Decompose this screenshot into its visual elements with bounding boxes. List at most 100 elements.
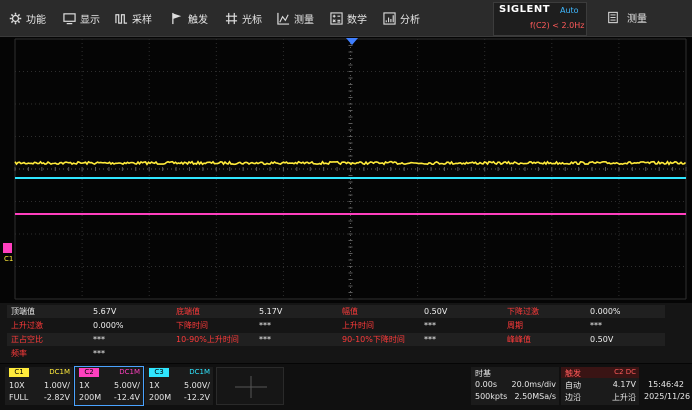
channel-1-bandwidth: FULL — [9, 393, 29, 402]
menu-acquire-label: 采样 — [132, 14, 152, 26]
measure-value: 5.17V — [259, 307, 283, 316]
menu-math-label: 数学 — [347, 14, 367, 26]
menu-function-label: 功能 — [26, 14, 46, 26]
measure-value: *** — [424, 335, 436, 344]
menu-trigger-label: 触发 — [188, 14, 208, 26]
menu-cursor[interactable]: 光标 — [224, 0, 262, 36]
trigger-type: 边沿 — [565, 393, 581, 402]
trigger-mode: 自动 — [565, 381, 581, 390]
channel-1-tag: C1 — [9, 368, 29, 377]
acquisition-mode: Auto — [560, 6, 579, 15]
channel-2-probe: 1X — [79, 381, 90, 390]
measure-label: 底端值 — [176, 307, 200, 316]
trigger-level: 4.17V — [612, 380, 636, 389]
measure-value: *** — [93, 335, 105, 344]
menu-trigger[interactable]: 触发 — [170, 0, 208, 36]
channel-3-box[interactable]: C3 DC1M 1X 5.00V/ 200M -12.2V — [145, 367, 213, 405]
plus-icon — [235, 376, 267, 398]
trigger-flag-icon — [170, 11, 184, 25]
measure-value: 0.000% — [93, 321, 124, 330]
measure-label: 下降过激 — [507, 307, 539, 316]
analysis-icon — [382, 11, 396, 25]
channel-2-bandwidth: 200M — [79, 393, 102, 402]
measure-value: *** — [424, 321, 436, 330]
trigger-panel[interactable]: 触发 C2 DC 自动 4.17V 边沿 上升沿 — [561, 367, 639, 405]
menu-function[interactable]: 功能 — [8, 0, 46, 36]
timebase-delay: 0.00s — [475, 380, 497, 389]
measure-menu-button[interactable]: 测量 — [607, 10, 647, 25]
trigger-slope: 上升沿 — [612, 393, 636, 402]
measure-label: 频率 — [11, 349, 27, 358]
trigger-title: 触发 — [565, 369, 581, 378]
menu-display[interactable]: 显示 — [62, 0, 100, 36]
cursor-icon — [224, 11, 238, 25]
measure-value: *** — [259, 321, 271, 330]
gear-icon — [8, 11, 22, 25]
waveform-grid[interactable]: C1 — [0, 37, 692, 302]
channel-marker-label: C1 — [4, 255, 14, 263]
measure-label: 幅值 — [342, 307, 358, 316]
channel-1-scale: 1.00V/ — [44, 381, 70, 390]
measure-value: 5.67V — [93, 307, 117, 316]
top-menu-bar: 功能 显示 采样 触发 光标 测量 数学 分析 SIGLENT Auto f(C… — [0, 0, 692, 37]
channel-1-coupling: DC1M — [49, 368, 70, 376]
trigger-status: f(C2) < 2.0Hz — [530, 21, 585, 30]
measure-label: 峰峰值 — [507, 335, 531, 344]
menu-analysis[interactable]: 分析 — [382, 0, 420, 36]
ch1-ground-marker — [3, 243, 12, 253]
measure-value: 0.50V — [424, 307, 448, 316]
measure-label: 顶端值 — [11, 307, 35, 316]
measurement-panel: 顶端值 5.67V 底端值 5.17V 幅值 0.50V 下降过激 0.000%… — [0, 303, 692, 363]
status-panel[interactable]: SIGLENT Auto f(C2) < 2.0Hz — [493, 2, 587, 36]
channel-3-scale: 5.00V/ — [184, 381, 210, 390]
timebase-panel[interactable]: 时基 0.00s 20.0ms/div 500kpts 2.50MSa/s — [471, 367, 559, 405]
timebase-sample-rate: 2.50MSa/s — [514, 392, 556, 401]
acquire-icon — [114, 11, 128, 25]
timebase-title: 时基 — [475, 369, 491, 378]
channel-2-box[interactable]: C2 DC1M 1X 5.00V/ 200M -12.4V — [74, 366, 144, 406]
measure-icon — [276, 11, 290, 25]
measure-value: *** — [93, 349, 105, 358]
measure-label: 周期 — [507, 321, 523, 330]
measure-label: 上升时间 — [342, 321, 374, 330]
measure-label: 90-10%下降时间 — [342, 335, 405, 344]
menu-measure-label: 测量 — [294, 14, 314, 26]
channel-1-box[interactable]: C1 DC1M 10X 1.00V/ FULL -2.82V — [5, 367, 73, 405]
channel-3-bandwidth: 200M — [149, 393, 172, 402]
add-channel-button[interactable] — [216, 367, 284, 405]
channel-2-scale: 5.00V/ — [114, 381, 140, 390]
measure-row-bg-2 — [7, 333, 665, 346]
oscilloscope-screen: 功能 显示 采样 触发 光标 测量 数学 分析 SIGLENT Auto f(C… — [0, 0, 692, 410]
measure-label: 上升过激 — [11, 321, 43, 330]
channel-1-offset: -2.82V — [43, 393, 70, 402]
channel-3-probe: 1X — [149, 381, 160, 390]
trigger-source: C2 DC — [614, 368, 636, 376]
menu-cursor-label: 光标 — [242, 14, 262, 26]
measure-value: *** — [590, 321, 602, 330]
trigger-position-marker — [346, 38, 358, 45]
menu-measure[interactable]: 测量 — [276, 0, 314, 36]
clock-date: 2025/11/26 — [644, 392, 691, 401]
grid-lines — [14, 38, 687, 300]
measure-label: 正占空比 — [11, 335, 43, 344]
channel-2-tag: C2 — [79, 368, 99, 377]
menu-analysis-label: 分析 — [400, 14, 420, 26]
menu-math[interactable]: 数学 — [329, 0, 367, 36]
menu-acquire[interactable]: 采样 — [114, 0, 152, 36]
math-icon — [329, 11, 343, 25]
measure-value: *** — [259, 335, 271, 344]
measure-value: 0.000% — [590, 307, 621, 316]
channel-3-tag: C3 — [149, 368, 169, 377]
clock-panel: 15:46:42 2025/11/26 — [641, 367, 692, 405]
measure-label: 10-90%上升时间 — [176, 335, 239, 344]
channel-2-coupling: DC1M — [119, 368, 140, 376]
brand-logo: SIGLENT — [499, 4, 551, 15]
channel-3-coupling: DC1M — [189, 368, 210, 376]
menu-display-label: 显示 — [80, 14, 100, 26]
channel-3-offset: -12.2V — [183, 393, 210, 402]
channel-2-offset: -12.4V — [113, 393, 140, 402]
grid-svg — [3, 38, 687, 300]
measure-value: 0.50V — [590, 335, 614, 344]
clock-time: 15:46:42 — [648, 380, 684, 389]
channel-1-probe: 10X — [9, 381, 25, 390]
